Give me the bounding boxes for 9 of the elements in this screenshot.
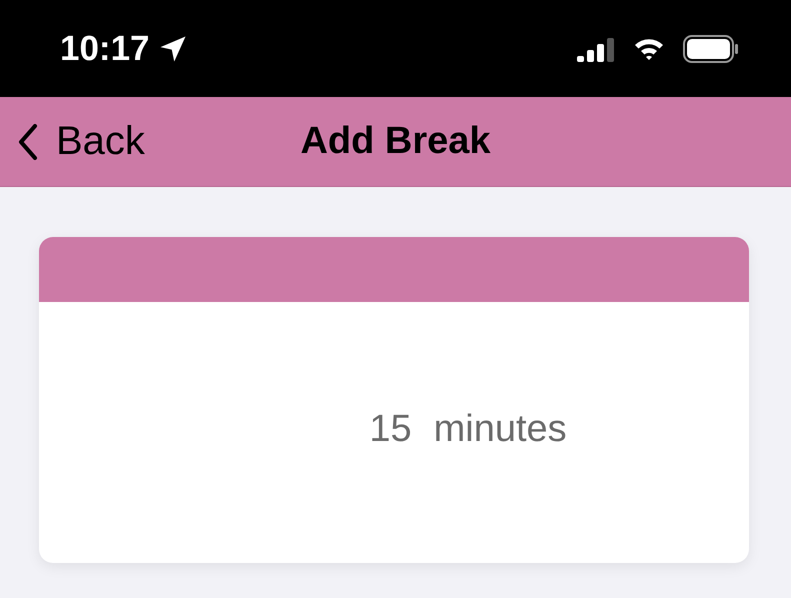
signal-icon	[577, 36, 615, 62]
status-time: 10:17	[60, 28, 150, 68]
screen-title: Add Break	[300, 120, 491, 163]
duration-value[interactable]: 15	[369, 408, 412, 451]
wifi-icon	[633, 36, 665, 60]
back-button[interactable]: Back	[0, 119, 145, 164]
battery-icon	[683, 34, 739, 62]
duration-unit: minutes	[434, 408, 567, 451]
chevron-left-icon	[18, 124, 38, 160]
